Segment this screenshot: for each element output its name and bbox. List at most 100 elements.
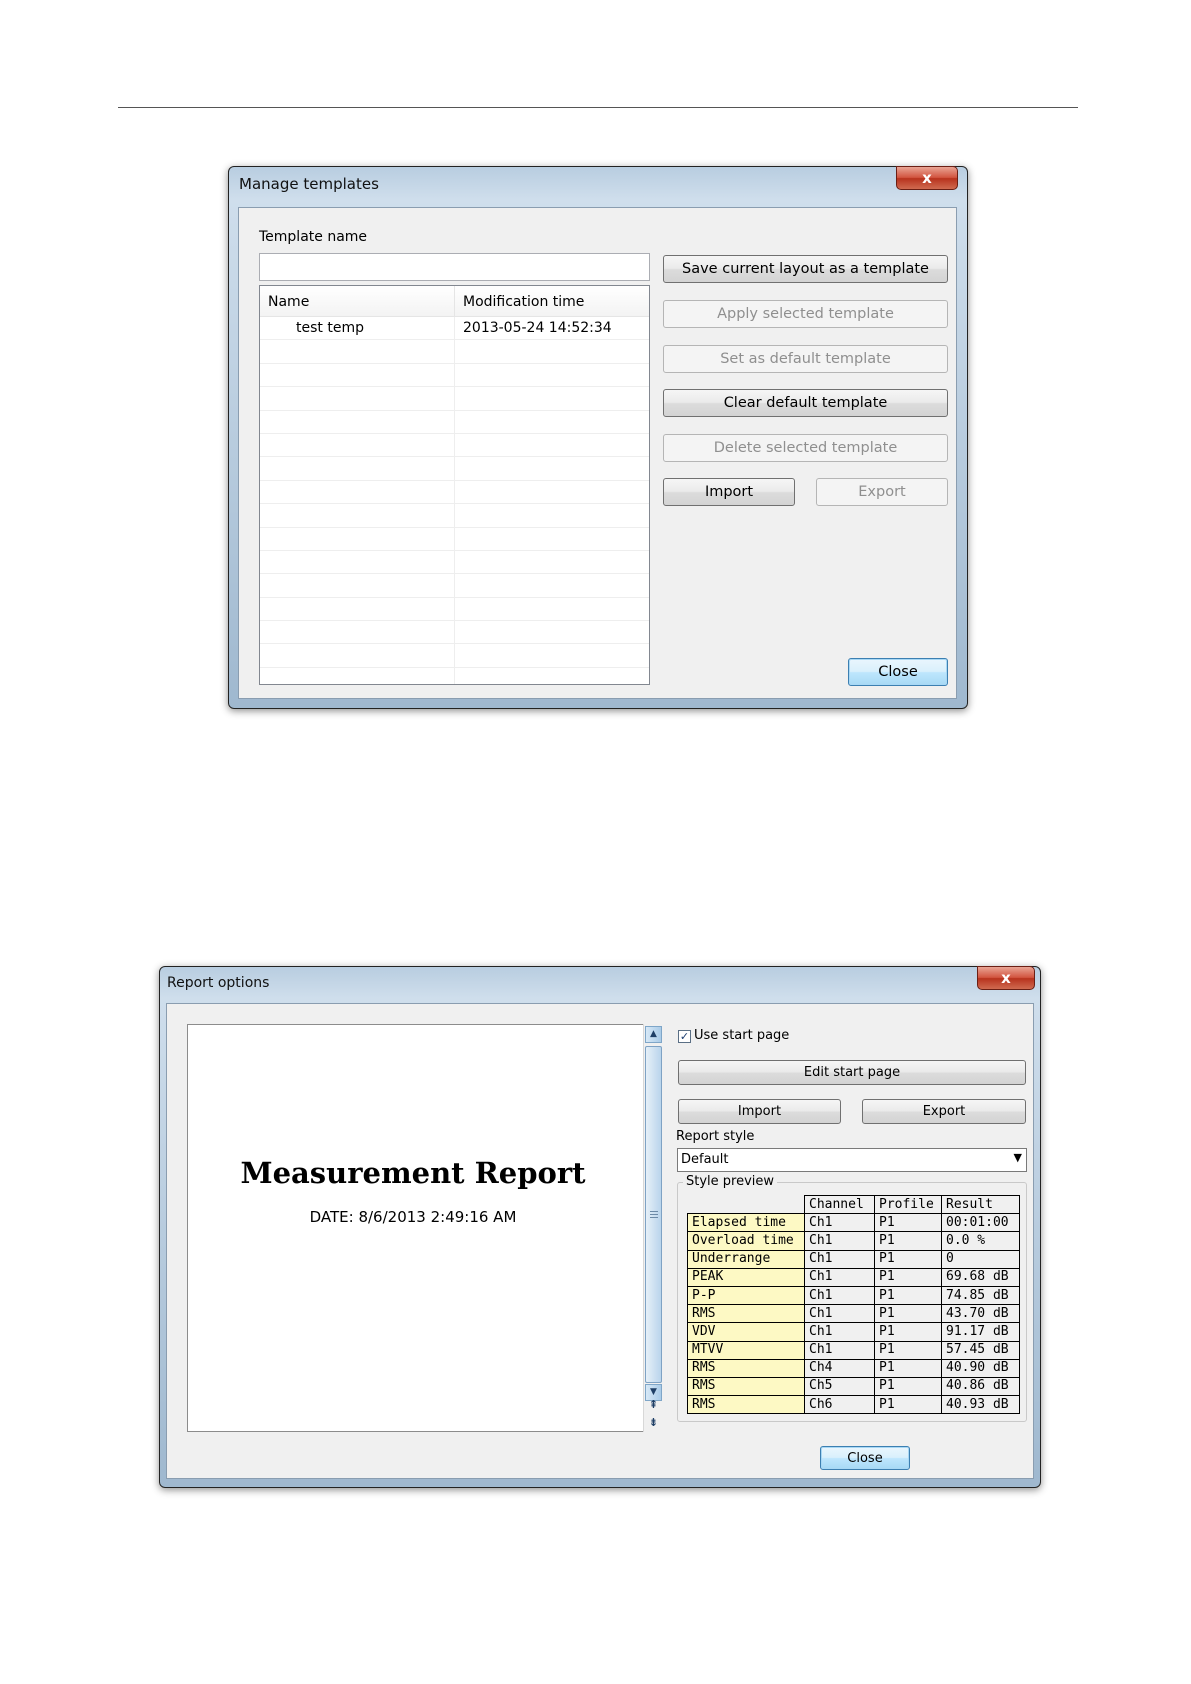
style-preview-table: Channel Profile Result Elapsed time Ch1 P1 00:… [687, 1194, 1020, 1415]
empty-row [260, 621, 649, 645]
modification-time-cell [455, 551, 463, 573]
table-cell: RMS [687, 1358, 805, 1378]
table-row: Elapsed time Ch1 P1 00:01:00 [687, 1213, 1020, 1233]
export-button[interactable]: Export [862, 1099, 1026, 1124]
table-cell: 40.90 dB [941, 1358, 1020, 1378]
scroll-up-button[interactable]: ▲ [645, 1026, 662, 1043]
table-cell: RMS [687, 1376, 805, 1397]
table-row: P-P Ch1 P1 74.85 dB [687, 1285, 1020, 1306]
table-cell: P1 [874, 1340, 942, 1360]
table-cell: P1 [874, 1285, 942, 1306]
close-button[interactable]: Close [820, 1446, 910, 1470]
template-name-input[interactable] [259, 253, 650, 281]
modification-time-cell [455, 387, 463, 409]
table-cell: Underrange [687, 1249, 805, 1269]
template-name-cell [260, 574, 455, 597]
table-cell: PEAK [687, 1267, 805, 1287]
empty-row [260, 597, 649, 622]
table-row: RMS Ch5 P1 40.86 dB [687, 1376, 1020, 1397]
save-template-button[interactable]: Save current layout as a template [663, 255, 948, 283]
table-cell: 74.85 dB [941, 1285, 1020, 1306]
use-start-page-label[interactable]: Use start page [694, 1028, 789, 1043]
templates-list[interactable]: Name Modification time test temp 2013-05-… [259, 285, 650, 685]
template-name-cell [260, 527, 455, 550]
window-close-button[interactable]: x [977, 966, 1035, 990]
empty-row [260, 527, 649, 551]
template-name-cell [260, 433, 455, 457]
table-cell: RMS [687, 1304, 805, 1324]
table-cell: Overload time [687, 1231, 805, 1251]
table-cell: Ch1 [804, 1340, 875, 1360]
report-date: DATE: 8/6/2013 2:49:16 AM [309, 1208, 517, 1226]
report-style-value: Default [681, 1152, 729, 1167]
table-cell: RMS [687, 1395, 805, 1415]
use-start-page-checkbox[interactable]: ✓ [678, 1030, 691, 1043]
templates-list-header: Name Modification time [260, 286, 649, 317]
modification-time-cell [455, 668, 463, 684]
table-cell: 00:01:00 [941, 1213, 1020, 1233]
template-name-cell [260, 550, 455, 574]
table-cell: Ch4 [804, 1358, 875, 1378]
table-cell: 0.0 % [941, 1231, 1020, 1251]
clear-default-template-button[interactable]: Clear default template [663, 389, 948, 417]
import-button[interactable]: Import [678, 1099, 841, 1124]
close-icon: x [1001, 969, 1011, 987]
modification-time-cell [455, 457, 463, 479]
window-close-button[interactable]: x [896, 166, 958, 190]
import-button[interactable]: Import [663, 478, 795, 506]
report-style-select[interactable]: Default ▼ [677, 1148, 1027, 1172]
template-name-cell [260, 480, 455, 504]
template-name-cell [260, 621, 455, 644]
table-cell: P1 [874, 1395, 942, 1415]
scroll-grip [650, 1217, 658, 1218]
scroll-thumb[interactable] [645, 1046, 662, 1383]
dialog-client-area: Template name Name Modification time tes… [238, 207, 957, 699]
table-cell: P1 [874, 1304, 942, 1324]
modification-time-cell [455, 340, 463, 362]
export-button[interactable]: Export [816, 478, 948, 506]
table-cell: 69.68 dB [941, 1267, 1020, 1287]
template-name-label: Template name [259, 229, 368, 245]
template-name-cell [260, 410, 455, 433]
empty-row [260, 550, 649, 575]
modification-time-cell [455, 598, 463, 620]
edit-start-page-button[interactable]: Edit start page [678, 1060, 1026, 1085]
table-cell: 40.93 dB [941, 1395, 1020, 1415]
set-default-template-button[interactable]: Set as default template [663, 345, 948, 373]
table-cell: P1 [874, 1267, 942, 1287]
empty-row [260, 644, 649, 668]
report-options-window: Report options x Measurement Report DATE… [159, 966, 1041, 1488]
table-cell: Ch1 [804, 1285, 875, 1306]
window-title: Manage templates [239, 175, 379, 193]
page-up-button[interactable]: ⇞ [647, 1398, 660, 1411]
template-name-cell [260, 387, 455, 410]
style-preview-group: Channel Profile Result Elapsed time Ch1 P1 00:… [677, 1182, 1027, 1422]
column-header-name[interactable]: Name [260, 286, 455, 316]
apply-template-button[interactable]: Apply selected template [663, 300, 948, 328]
table-cell: MTVV [687, 1340, 805, 1360]
modification-time-cell: 2013-05-24 14:52:34 [463, 320, 612, 336]
modification-time-cell [455, 434, 463, 456]
table-cell: Ch5 [804, 1376, 875, 1397]
modification-time-cell [455, 481, 463, 503]
table-cell [688, 1196, 805, 1214]
table-cell: P-P [687, 1285, 805, 1306]
table-row: PEAK Ch1 P1 69.68 dB [687, 1267, 1020, 1287]
column-header-modification-time[interactable]: Modification time [455, 286, 649, 316]
table-row: RMS Ch4 P1 40.90 dB [687, 1358, 1020, 1378]
table-row[interactable]: test temp 2013-05-24 14:52:34 [260, 317, 649, 341]
delete-template-button[interactable]: Delete selected template [663, 434, 948, 462]
preview-scrollbar[interactable]: ▲ ▼ ⇞ ⇟ [643, 1024, 664, 1432]
table-row: VDV Ch1 P1 91.17 dB [687, 1322, 1020, 1342]
table-row: RMS Ch1 P1 43.70 dB [687, 1304, 1020, 1324]
modification-time-cell [455, 411, 463, 433]
table-cell: Elapsed time [687, 1213, 805, 1233]
template-name-cell [260, 597, 455, 621]
scroll-grip [650, 1211, 658, 1212]
page-down-button[interactable]: ⇟ [647, 1416, 660, 1429]
table-cell: Channel [804, 1194, 875, 1215]
table-cell: Ch1 [804, 1231, 875, 1251]
page-header-rule [118, 107, 1078, 108]
template-name-cell [260, 457, 455, 480]
close-button[interactable]: Close [848, 658, 948, 686]
